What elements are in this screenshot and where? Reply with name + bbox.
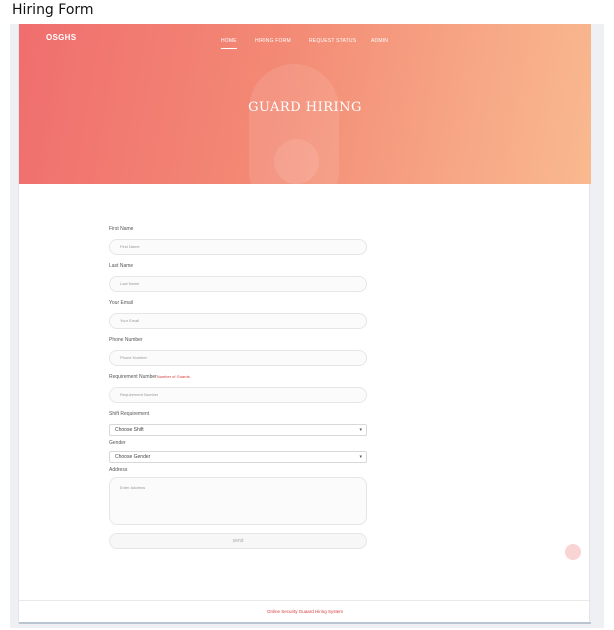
first-name-label: First Name xyxy=(109,226,134,232)
first-name-input[interactable]: First Name xyxy=(109,239,367,255)
page-title: GUARD HIRING xyxy=(248,100,362,115)
scroll-top-button[interactable] xyxy=(565,544,581,560)
window-caption: Hiring Form xyxy=(12,2,94,18)
email-input[interactable]: Your Email xyxy=(109,313,367,329)
brand-logo[interactable]: OSGHS xyxy=(46,33,76,42)
address-label: Address xyxy=(109,467,128,473)
shift-label: Shift Requirement xyxy=(109,411,150,417)
footer-divider xyxy=(19,600,591,601)
hero-silhouette-head xyxy=(274,139,319,184)
requirement-label: Requirement NumberNumber of Guards xyxy=(109,374,190,380)
nav-home[interactable]: HOME xyxy=(221,38,237,49)
nav-admin[interactable]: ADMIN xyxy=(371,38,388,44)
bottom-bar xyxy=(19,622,591,624)
page: OSGHS HOME HIRING FORM REQUEST STATUS AD… xyxy=(18,24,591,624)
address-textarea[interactable]: Enter Address xyxy=(109,477,367,525)
shift-select[interactable]: Choose Shift ▾ xyxy=(109,424,367,436)
email-label: Your Email xyxy=(109,300,133,306)
requirement-input[interactable]: Requirement Number xyxy=(109,387,367,403)
gender-select[interactable]: Choose Gender ▾ xyxy=(109,451,367,463)
hero-banner: OSGHS HOME HIRING FORM REQUEST STATUS AD… xyxy=(19,24,591,184)
gender-select-value: Choose Gender xyxy=(115,454,151,460)
requirement-hint: Number of Guards xyxy=(156,374,190,379)
last-name-input[interactable]: Last Name xyxy=(109,276,367,292)
chevron-down-icon: ▾ xyxy=(359,427,362,433)
nav-hiring-form[interactable]: HIRING FORM xyxy=(255,38,291,44)
last-name-label: Last Name xyxy=(109,263,134,269)
phone-input[interactable]: Phone Number xyxy=(109,350,367,366)
gender-label: Gender xyxy=(109,440,126,446)
chevron-down-icon: ▾ xyxy=(359,454,362,460)
shift-select-value: Choose Shift xyxy=(115,427,144,433)
phone-label: Phone Number xyxy=(109,337,143,343)
browser-frame: OSGHS HOME HIRING FORM REQUEST STATUS AD… xyxy=(10,24,604,628)
nav-request-status[interactable]: REQUEST STATUS xyxy=(309,38,356,44)
requirement-label-text: Requirement Number xyxy=(109,374,157,380)
footer-text: Online Security Guaard Hiring System xyxy=(266,609,344,614)
send-button[interactable]: send xyxy=(109,533,367,549)
